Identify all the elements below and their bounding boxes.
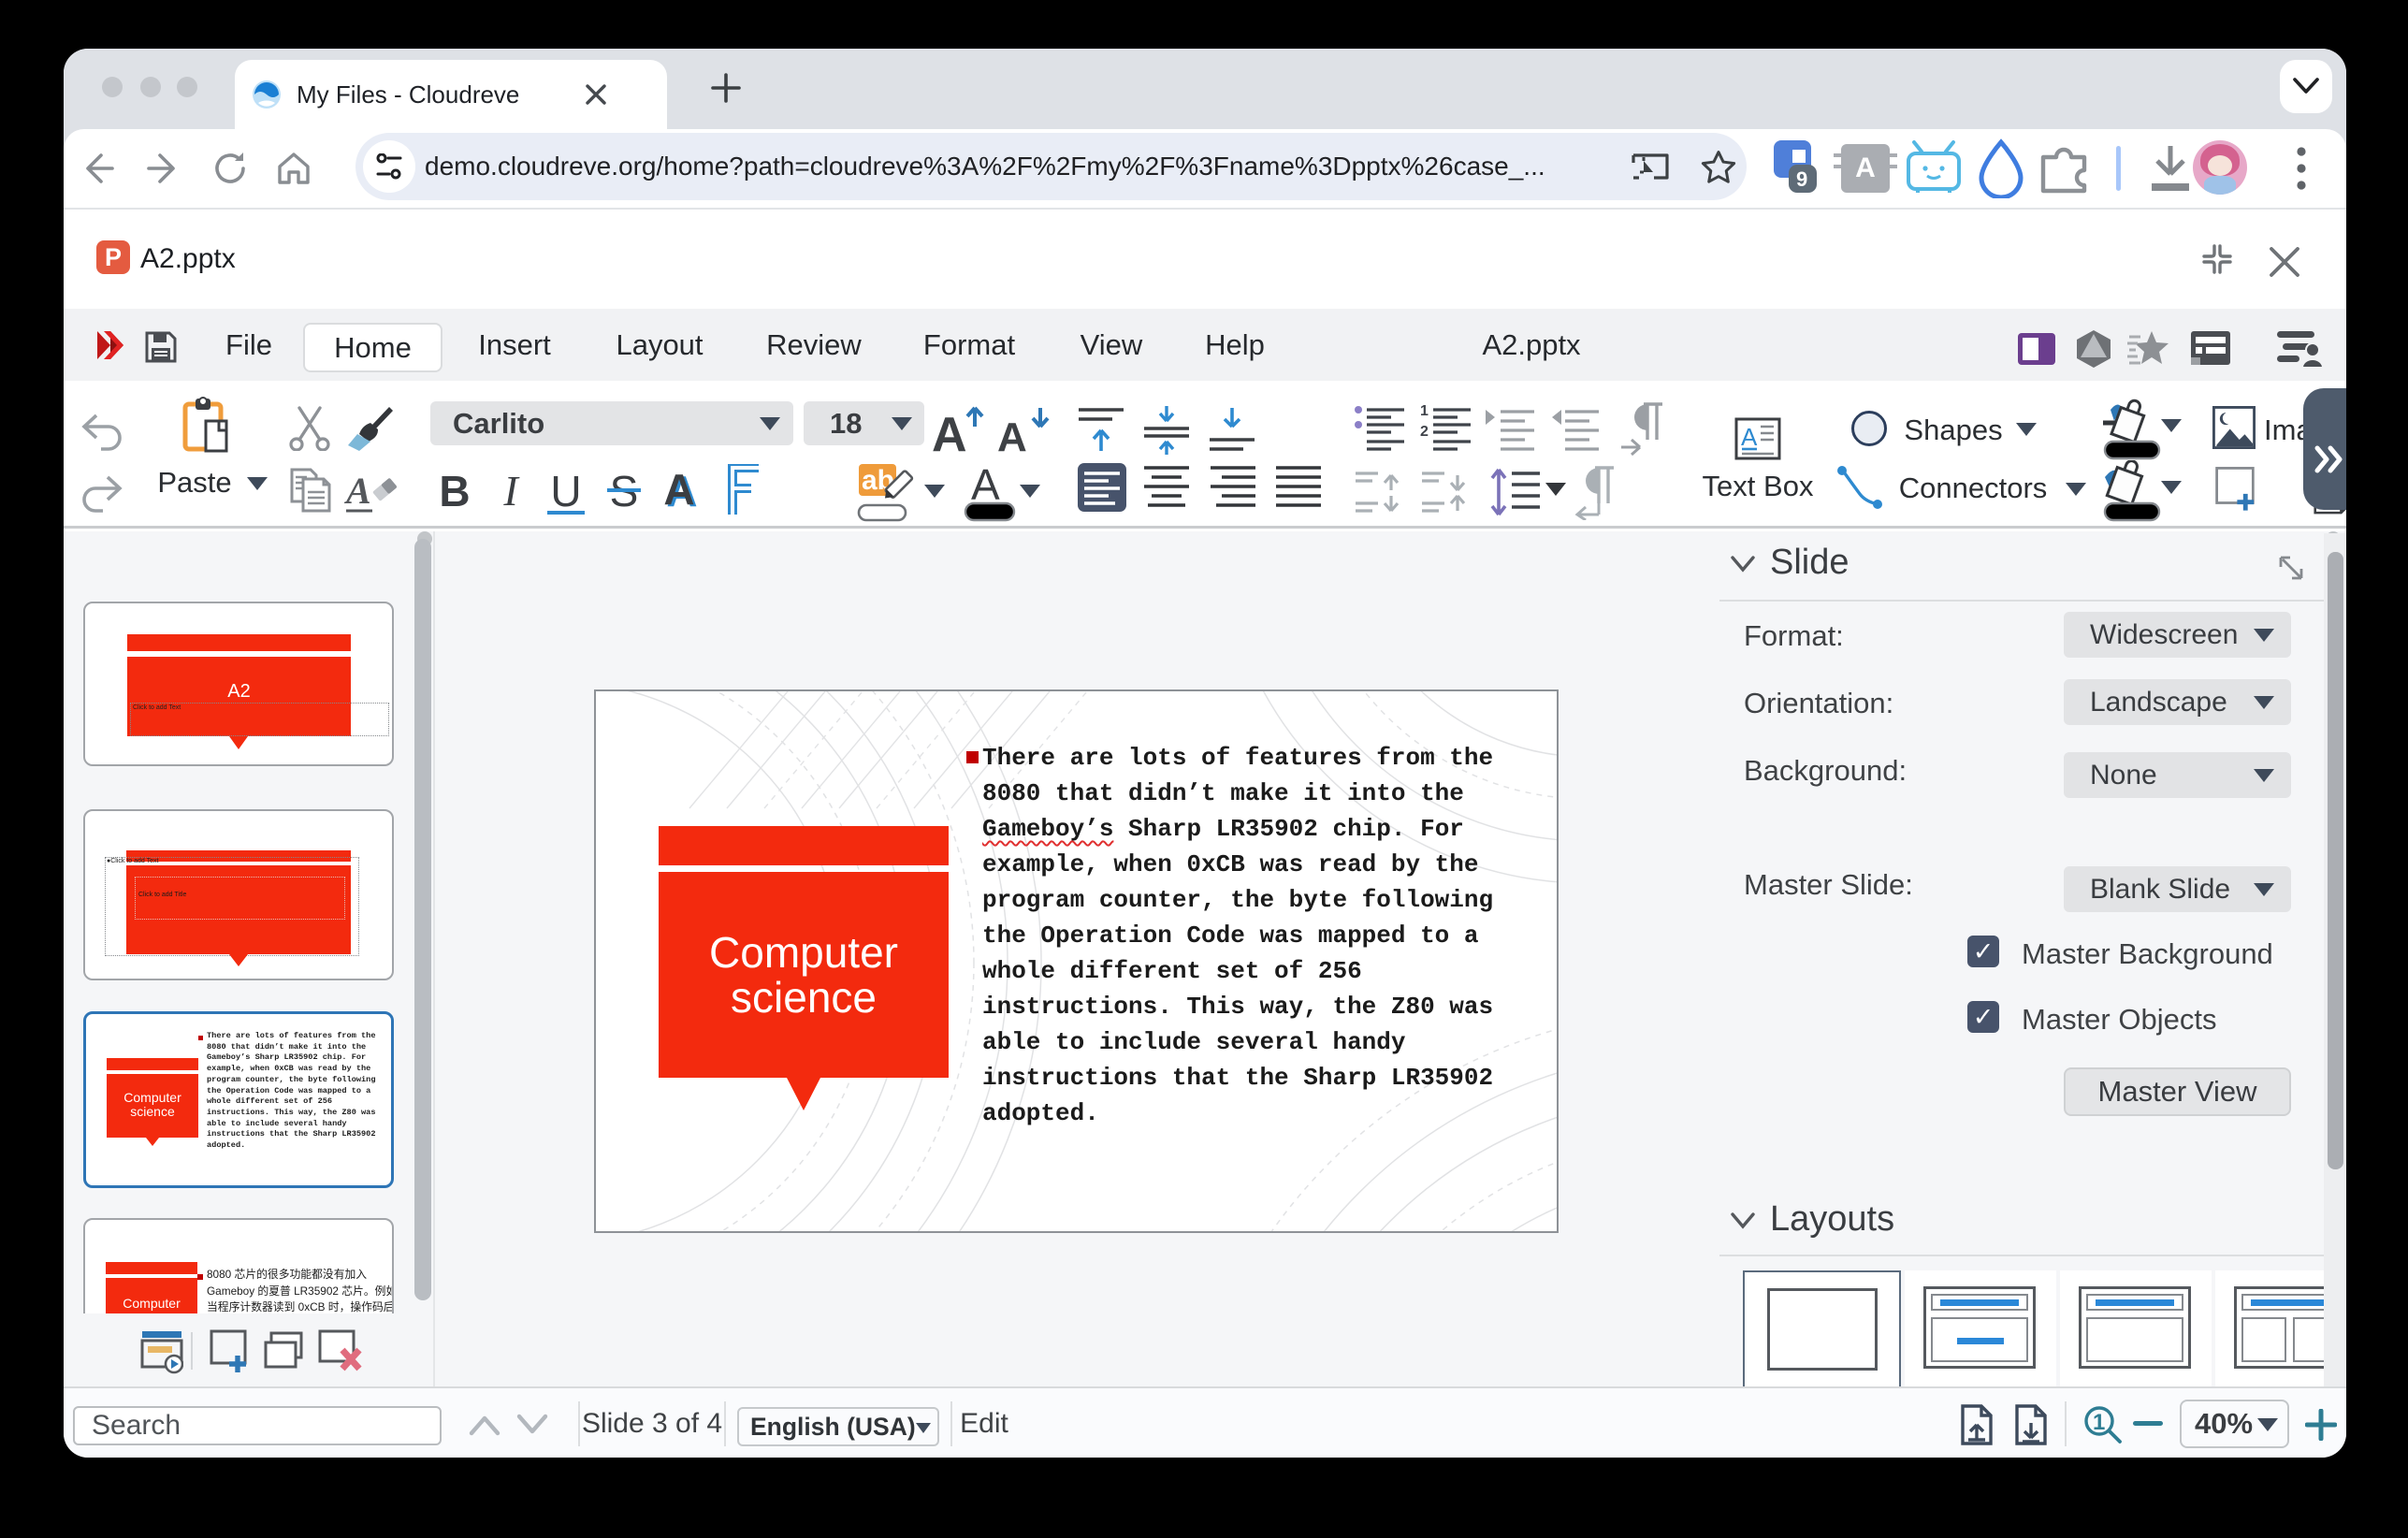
svg-text:A: A — [344, 470, 371, 512]
svg-text:A: A — [1741, 423, 1758, 451]
svg-text:A: A — [997, 414, 1027, 455]
svg-text:2: 2 — [1420, 424, 1429, 440]
svg-text:A: A — [932, 408, 967, 455]
svg-text:1: 1 — [1420, 404, 1429, 419]
svg-text:9: 9 — [1796, 167, 1807, 191]
svg-text:1: 1 — [2093, 1410, 2105, 1435]
svg-text:A: A — [971, 462, 1000, 509]
